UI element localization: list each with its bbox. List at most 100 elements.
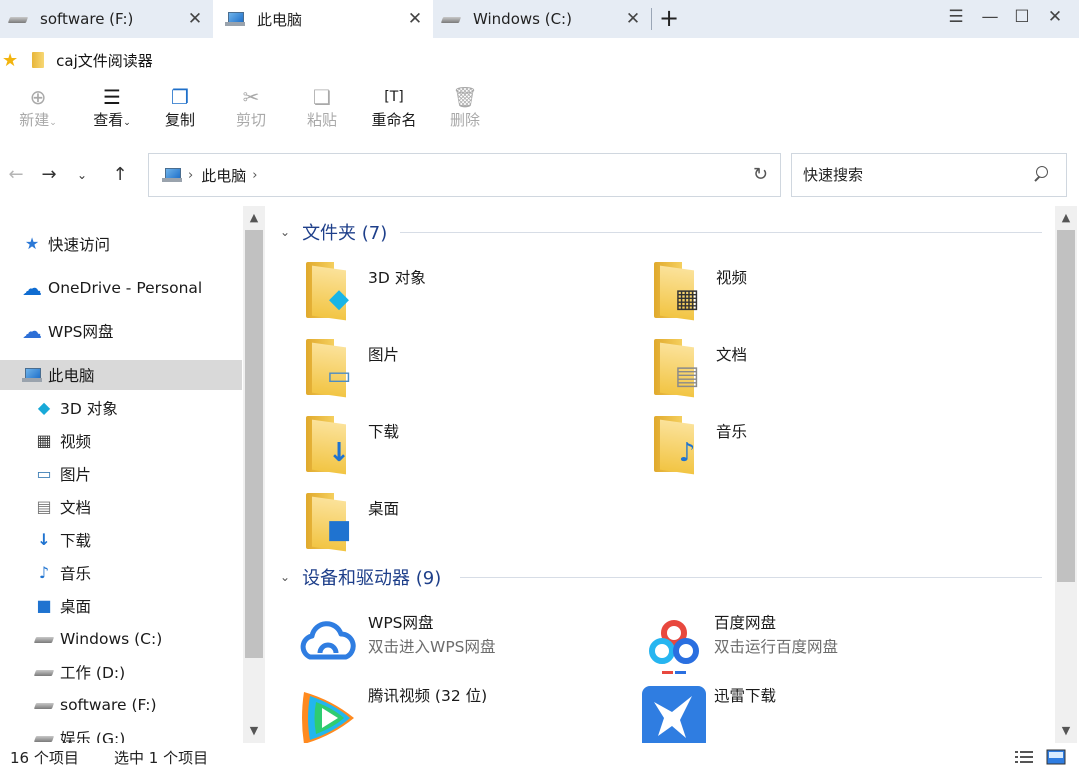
content-scrollbar[interactable]: ▲ ▼ [1055,206,1077,743]
paste-icon: ❏ [313,85,331,109]
folder-downloads[interactable]: ↓ 下载 [268,360,598,475]
nav-onedrive[interactable]: ☁ OneDrive - Personal [0,273,242,303]
minimize-button[interactable]: — [975,4,1005,30]
paste-label: 粘贴 [306,111,337,129]
copy-icon: ❐ [171,85,189,109]
details-view-icon[interactable] [1014,749,1034,765]
address-bar[interactable]: › 此电脑 › ↻ [148,153,781,197]
scrollbar-thumb[interactable] [1057,230,1075,582]
forward-button[interactable]: → [37,162,61,188]
rename-icon: [T] [384,89,404,105]
recent-locations-dropdown[interactable]: ⌄ [70,162,94,188]
scroll-down-arrow-icon[interactable]: ▼ [1055,721,1077,741]
scroll-down-arrow-icon[interactable]: ▼ [243,721,265,741]
maximize-button[interactable]: ☐ [1007,4,1037,30]
nav-3d-objects[interactable]: ◆ 3D 对象 [0,393,242,423]
device-wps-cloud[interactable]: WPS网盘 双击进入WPS网盘 [268,611,608,681]
search-icon[interactable] [1032,165,1050,183]
device-name: 百度网盘 [714,614,777,632]
tab-label: software (F:) [40,10,134,28]
wps-cloud-icon [300,621,356,660]
computer-icon [22,367,42,383]
navigation-scrollbar[interactable]: ▲ ▼ [243,206,265,743]
nav-drive-f[interactable]: software (F:) [0,690,242,720]
back-button[interactable]: ← [4,162,28,188]
nav-wps-cloud[interactable]: ☁ WPS网盘 [0,316,242,346]
nav-drive-d[interactable]: 工作 (D:) [0,657,242,687]
device-name: 腾讯视频 (32 位) [368,687,488,705]
search-input[interactable] [803,166,1023,184]
refresh-icon[interactable]: ↻ [753,164,768,185]
nav-this-pc[interactable]: 此电脑 [0,360,242,390]
folder-music[interactable]: ♪ 音乐 [616,360,946,475]
close-tab-icon[interactable]: ✕ [623,9,643,29]
nav-label: 3D 对象 [60,400,118,418]
nav-pictures[interactable]: ▭ 图片 [0,459,242,489]
copy-label: 复制 [164,111,195,129]
nav-music[interactable]: ♪ 音乐 [0,558,242,588]
rename-button[interactable]: [T] 重命名 [364,84,424,140]
menu-icon[interactable]: ☰ [941,4,971,30]
cut-button[interactable]: ✂ 剪切 [221,84,281,140]
paste-button[interactable]: ❏ 粘贴 [292,84,352,140]
folder-pictures[interactable]: ▭ 图片 [268,283,598,398]
folder-3d-objects[interactable]: ◆ 3D 对象 [268,206,598,321]
pinned-folder-label[interactable]: caj文件阅读器 [56,50,153,71]
close-tab-icon[interactable]: ✕ [405,9,425,29]
search-box[interactable] [791,153,1067,197]
tab-windows-c[interactable]: Windows (C:) ✕ [433,0,651,38]
breadcrumb-separator-icon[interactable]: › [188,168,193,183]
scroll-up-arrow-icon[interactable]: ▲ [1055,208,1077,228]
copy-button[interactable]: ❐ 复制 [150,84,210,140]
large-icons-view-icon[interactable] [1046,749,1066,765]
folder-desktop[interactable]: ■ 桌面 [268,437,598,552]
view-label: 查看⌄ [93,111,131,129]
tab-software-f[interactable]: software (F:) ✕ [0,0,213,38]
up-button[interactable]: ↑ [108,162,132,188]
device-name: 迅雷下载 [714,687,777,705]
plus-circle-icon: ⊕ [29,85,47,109]
scrollbar-thumb[interactable] [245,230,263,658]
close-window-button[interactable]: ✕ [1040,4,1070,30]
cube-icon: ◆ [37,398,51,417]
new-button[interactable]: ⊕ 新建⌄ [8,84,68,140]
device-xunlei[interactable]: 迅雷下载 [614,684,954,743]
star-icon: ★ [24,234,40,253]
nav-label: 工作 (D:) [60,664,126,682]
nav-drive-c[interactable]: Windows (C:) [0,624,242,654]
group-divider [460,577,1042,578]
cut-label: 剪切 [235,111,266,129]
close-tab-icon[interactable]: ✕ [185,9,205,29]
computer-icon [162,167,182,183]
nav-downloads[interactable]: ↓ 下载 [0,525,242,555]
xunlei-icon [642,686,706,743]
device-tencent-video[interactable]: 腾讯视频 (32 位) [268,684,608,743]
view-button[interactable]: ☰ 查看⌄ [82,84,142,140]
new-tab-button[interactable]: + [656,4,682,32]
nav-documents[interactable]: ▤ 文档 [0,492,242,522]
nav-label: 视频 [60,433,92,451]
scroll-up-arrow-icon[interactable]: ▲ [243,208,265,228]
devices-group-header[interactable]: ⌄ 设备和驱动器 (9) [280,564,441,590]
nav-desktop[interactable]: ■ 桌面 [0,591,242,621]
tab-this-pc[interactable]: 此电脑 ✕ [213,0,433,38]
new-label: 新建⌄ [19,111,57,129]
favorite-star-icon[interactable]: ★ [2,50,18,71]
folder-videos[interactable]: ▦ 视频 [616,206,946,321]
device-description: 双击运行百度网盘 [714,638,839,656]
drive-icon [8,13,28,25]
nav-quick-access[interactable]: ★ 快速访问 [0,229,242,259]
device-baidu-netdisk[interactable]: 百度网盘 双击运行百度网盘 [614,611,954,681]
nav-drive-g[interactable]: 娱乐 (G:) [0,723,242,743]
breadcrumb-separator-icon[interactable]: › [252,168,257,183]
nav-label: 音乐 [60,565,92,583]
breadcrumb-this-pc[interactable]: 此电脑 [201,165,246,186]
computer-icon [225,11,245,27]
music-icon: ♪ [38,563,50,582]
delete-button[interactable]: 🗑 删除 [435,84,495,140]
folder-documents[interactable]: ▤ 文档 [616,283,946,398]
film-icon: ▦ [36,431,52,450]
nav-videos[interactable]: ▦ 视频 [0,426,242,456]
delete-label: 删除 [449,111,480,129]
collapse-chevron-icon[interactable]: ⌄ [280,570,290,584]
